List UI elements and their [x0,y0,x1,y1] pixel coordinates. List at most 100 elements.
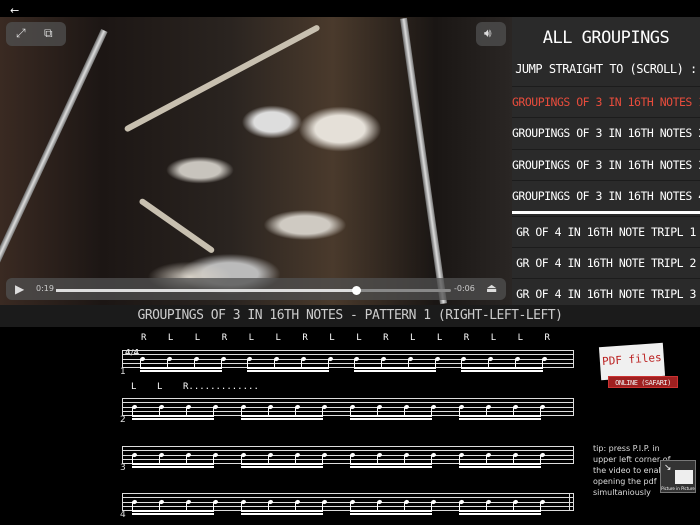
stand [0,29,108,293]
beam [241,463,323,465]
beam [132,418,214,420]
volume-icon: 🔊︎ [484,26,492,40]
section-divider [512,211,700,214]
beam [350,418,432,420]
beam [247,370,329,372]
beam [354,367,436,369]
beam [461,370,543,372]
staff: 1 4/4 [120,348,574,377]
fullscreen-icon[interactable]: ⤢ [16,26,26,41]
sidebar-item[interactable]: Gr of 4 in 16th note tripl 3 [512,278,700,305]
current-time: 0:19 [36,284,54,293]
staff-line [122,402,574,404]
sticking-label: R [302,333,308,343]
sticking-label: L [275,333,281,343]
beam [350,415,432,417]
sidebar-item[interactable]: Groupings of 3 in 16th notes 4 [512,180,700,211]
sticking-label: L [490,333,497,343]
sticking-label: R............. [183,382,259,392]
bar-line [569,493,570,511]
sticking-label: R [221,333,228,343]
airplay-icon[interactable]: ⏏ [486,281,497,295]
play-icon[interactable]: ▶ [15,282,24,296]
picture-in-picture-icon: ↘ Picture in Picture [660,460,696,493]
staff-line [122,358,574,360]
beam [350,463,432,465]
beam [241,466,323,468]
pdf-files-button[interactable]: PDF files [598,342,666,381]
bar-line [122,398,123,416]
sidebar-item[interactable]: Groupings of 3 in 16th notes 1 [512,86,700,117]
measure-number: 1 [120,367,126,377]
bar-line [122,350,123,368]
groupings-sidebar: All groupings Jump straight to (scroll) … [512,17,700,305]
beam [459,510,541,512]
sticking-label: L [157,382,163,392]
beam [132,510,214,512]
beam [132,513,214,515]
staff: 2 [120,398,574,425]
beam [459,418,541,420]
sidebar-item[interactable]: Groupings of 3 in 16th notes 3 [512,149,700,180]
staff-line [122,493,574,494]
sidebar-subtitle: Jump straight to (scroll) : [515,62,697,76]
beam [241,415,323,417]
beam [241,418,323,420]
beam [459,463,541,465]
staff-line [122,505,574,507]
pattern-caption: Groupings of 3 in 16th notes - Pattern 1… [0,305,700,327]
sticking-label: R [141,333,147,343]
drumstick [138,197,216,255]
back-arrow-icon[interactable]: ← [10,4,19,17]
sidebar-item[interactable]: Gr of 4 in 16th note tripl 2 [512,247,700,278]
measure-number: 3 [120,463,126,473]
staff-line [122,458,574,460]
seek-bar-fill [56,289,357,292]
sticking-label: R [383,333,389,343]
staff-line [122,354,574,356]
beam [132,415,214,417]
bar-line [573,350,574,368]
seek-bar[interactable] [56,286,451,295]
measure-number: 4 [120,510,126,520]
beam [350,466,432,468]
sidebar-title: All groupings [542,28,670,48]
bar-line [573,493,574,511]
staff-line [122,362,574,364]
bar-line [122,493,123,511]
picture-in-picture-icon[interactable]: ⧉ [44,26,53,41]
measure-number: 2 [120,415,126,425]
time-signature: 4/4 [125,348,140,357]
sticking-label: R [544,333,550,343]
beam [354,370,436,372]
sticking-label: L [356,333,362,343]
sticking-label: L [167,333,174,343]
beam [132,463,214,465]
beam [461,367,543,369]
pip-label: Picture in Picture [661,486,695,491]
stand [399,17,448,305]
sidebar-item[interactable]: Gr of 4 in 16th note tripl 1 [512,216,700,247]
remaining-time: -0:06 [454,284,475,293]
staff-line [122,410,574,412]
pdf-online-label[interactable]: Online (Safari) [608,376,678,388]
bar-line [122,446,123,464]
sticking-label: L [194,333,201,343]
video-player[interactable] [0,17,512,305]
beam [350,510,432,512]
beam [241,510,323,512]
beam [350,513,432,515]
beam [140,367,222,369]
staff-line [122,446,574,447]
volume-button[interactable]: 🔊︎ [476,22,506,46]
drumstick [123,24,321,133]
sticking-label: L [410,333,416,343]
sticking-label: L [517,333,524,343]
beam [140,370,222,372]
sticking-label: L [131,382,137,392]
beam [459,415,541,417]
staff: 4 [120,493,574,520]
staff-line [122,398,574,399]
bar-line [573,446,574,464]
sidebar-item[interactable]: Groupings of 3 in 16th notes 2 [512,117,700,148]
